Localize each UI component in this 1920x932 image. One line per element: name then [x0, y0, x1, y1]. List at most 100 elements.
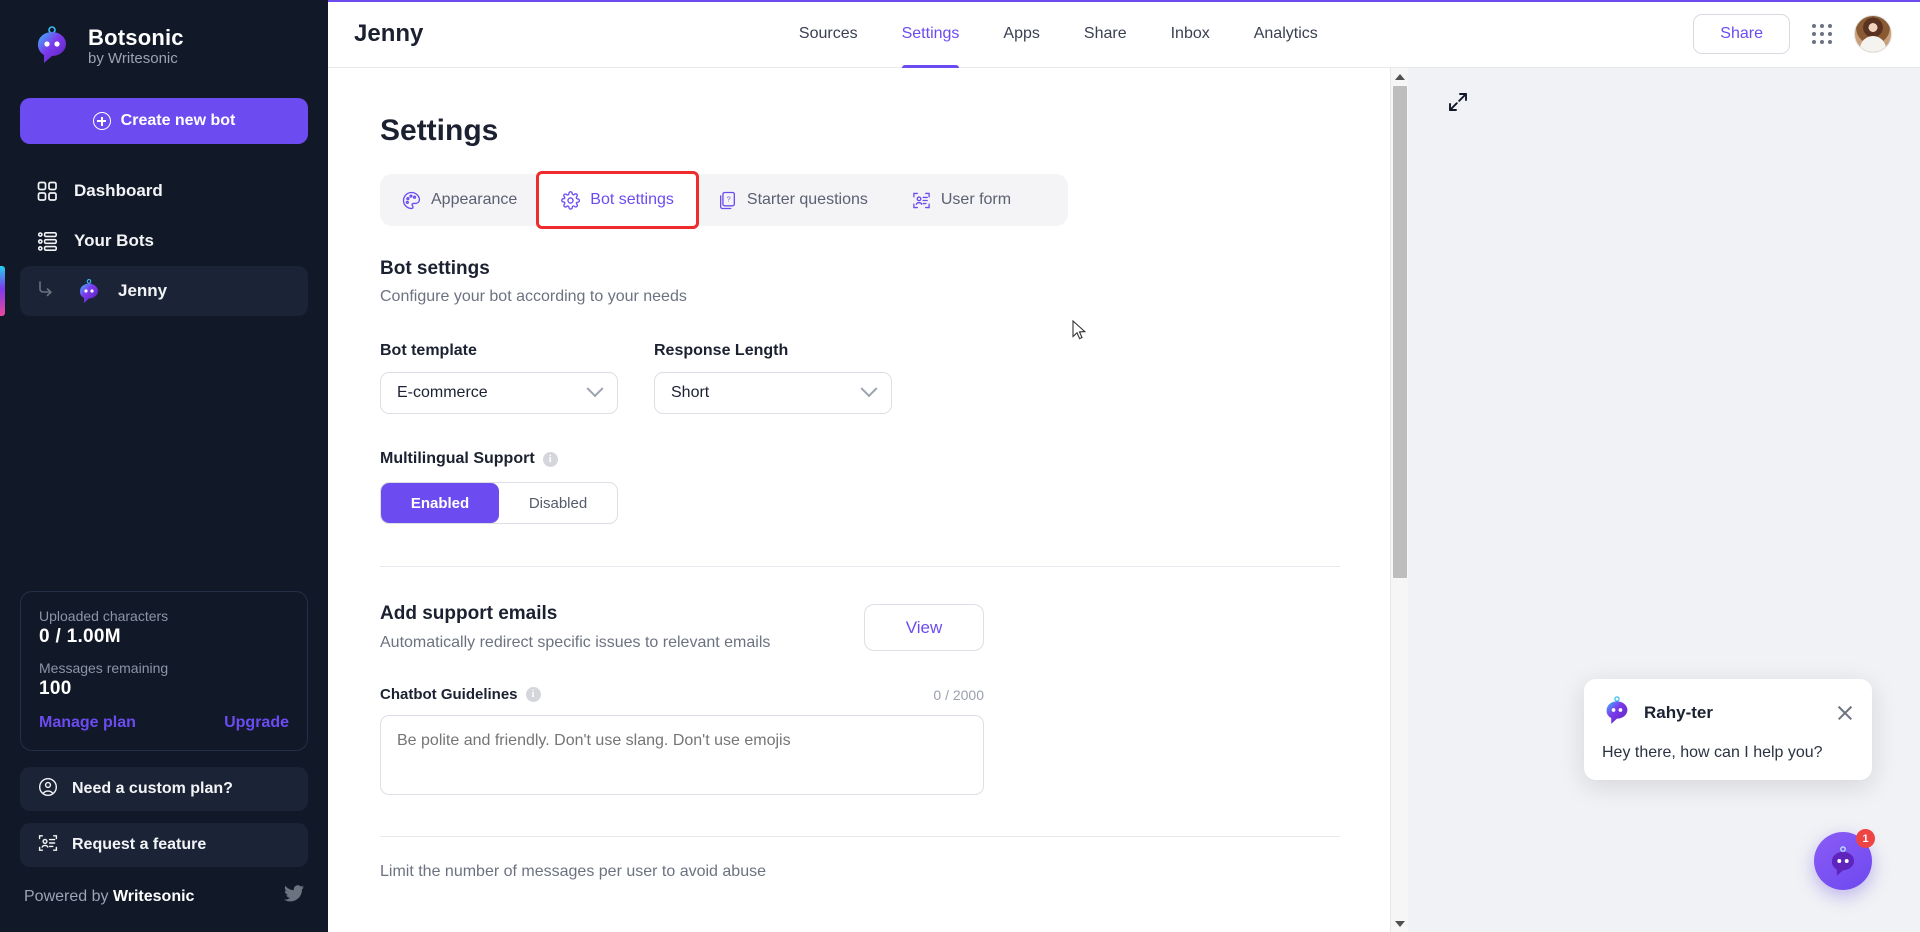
top-nav: Sources Settings Apps Share Inbox Analyt… [799, 0, 1318, 68]
response-length-value: Short [671, 384, 709, 402]
bot-template-value: E-commerce [397, 384, 488, 402]
bot-template-select[interactable]: E-commerce [380, 372, 618, 414]
sidebar-item-your-bots[interactable]: Your Bots [20, 216, 308, 266]
tab-bot-settings[interactable]: Bot settings [539, 174, 696, 226]
request-feature-label: Request a feature [72, 836, 206, 854]
tab-starter-questions[interactable]: ? Starter questions [696, 174, 890, 226]
brand: Botsonic by Writesonic [20, 0, 308, 76]
tab-sources[interactable]: Sources [799, 0, 858, 68]
tab-label: Appearance [431, 191, 517, 209]
tab-label: Starter questions [747, 191, 868, 209]
main-area: Jenny Sources Settings Apps Share Inbox … [328, 0, 1920, 932]
user-circle-icon [38, 777, 58, 802]
settings-content: Settings Appearance [328, 68, 1390, 932]
response-length-label: Response Length [654, 342, 892, 360]
tab-apps[interactable]: Apps [1003, 0, 1039, 68]
manage-plan-link[interactable]: Manage plan [39, 714, 136, 732]
need-custom-plan-label: Need a custom plan? [72, 780, 233, 798]
sidebar-item-label: Jenny [118, 281, 167, 301]
multilingual-enabled-option[interactable]: Enabled [381, 483, 499, 523]
brand-title: Botsonic [88, 25, 184, 50]
section-subtitle: Configure your bot according to your nee… [380, 288, 1340, 306]
bottom-divider [380, 836, 1340, 837]
need-custom-plan-button[interactable]: Need a custom plan? [20, 767, 308, 811]
bot-template-label: Bot template [380, 342, 618, 360]
info-icon[interactable]: i [526, 687, 541, 702]
share-button[interactable]: Share [1693, 14, 1790, 54]
content-wrapper: Settings Appearance [328, 68, 1920, 932]
multilingual-support-toggle: Enabled Disabled [380, 482, 618, 524]
page-bot-name: Jenny [354, 20, 423, 48]
support-emails-row: Add support emails Automatically redirec… [380, 603, 984, 652]
apps-grid-icon[interactable] [1812, 24, 1832, 44]
chat-greeting-message: Hey there, how can I help you? [1602, 744, 1854, 762]
multilingual-support-header: Multilingual Support i [380, 450, 1340, 468]
chatbot-guidelines-counter: 0 / 2000 [933, 687, 984, 703]
topbar: Jenny Sources Settings Apps Share Inbox … [328, 0, 1920, 68]
request-feature-button[interactable]: Request a feature [20, 823, 308, 867]
message-limit-hint: Limit the number of messages per user to… [380, 863, 1340, 881]
close-icon[interactable] [1836, 704, 1854, 722]
response-length-select[interactable]: Short [654, 372, 892, 414]
chevron-down-icon [861, 380, 878, 397]
multilingual-disabled-option[interactable]: Disabled [499, 483, 617, 523]
sidebar-item-label: Your Bots [74, 231, 154, 251]
sidebar-nav: Dashboard Your Bots [20, 166, 308, 316]
tab-share[interactable]: Share [1084, 0, 1127, 68]
bot-avatar-icon [1602, 695, 1632, 730]
response-length-field: Response Length Short [654, 342, 892, 414]
tab-inbox[interactable]: Inbox [1171, 0, 1210, 68]
tab-analytics[interactable]: Analytics [1254, 0, 1318, 68]
dashboard-grid-icon [36, 180, 58, 202]
twitter-bird-icon[interactable] [284, 885, 304, 908]
view-support-emails-button[interactable]: View [864, 604, 984, 651]
tab-user-form[interactable]: User form [890, 174, 1033, 226]
create-new-bot-label: Create new bot [121, 112, 236, 130]
botsonic-logo-icon [30, 24, 74, 68]
powered-by-brand: Writesonic [113, 888, 195, 905]
expand-fullscreen-icon[interactable] [1446, 90, 1470, 119]
sidebar-item-dashboard[interactable]: Dashboard [20, 166, 308, 216]
scrollbar-thumb[interactable] [1393, 86, 1407, 578]
support-emails-subtitle: Automatically redirect specific issues t… [380, 634, 770, 652]
scroll-up-arrow-icon[interactable] [1391, 68, 1408, 85]
palette-icon [402, 191, 421, 210]
chatbot-guidelines-input[interactable] [380, 715, 984, 795]
chevron-down-icon [587, 380, 604, 397]
uploaded-characters-label: Uploaded characters [39, 608, 289, 624]
list-icon [36, 230, 58, 252]
chat-launcher-button[interactable]: 1 [1814, 832, 1872, 890]
sidebar-item-jenny[interactable]: Jenny [20, 266, 308, 316]
multilingual-support-label: Multilingual Support [380, 450, 535, 468]
tab-appearance[interactable]: Appearance [380, 174, 539, 226]
chat-unread-badge: 1 [1856, 829, 1875, 848]
uploaded-characters-value: 0 / 1.00M [39, 626, 289, 648]
upgrade-link[interactable]: Upgrade [224, 714, 289, 732]
tab-label: User form [941, 191, 1011, 209]
vertical-scrollbar[interactable] [1390, 68, 1408, 932]
plus-circle-icon [93, 112, 111, 130]
messages-remaining-value: 100 [39, 678, 289, 700]
powered-by-footer: Powered by Writesonic [20, 879, 308, 932]
sidebar: Botsonic by Writesonic Create new bot Da… [0, 0, 328, 932]
scroll-down-arrow-icon[interactable] [1391, 915, 1408, 932]
feedback-card-icon [38, 833, 58, 858]
chatbot-guidelines-label: Chatbot Guidelines [380, 686, 518, 703]
tab-settings[interactable]: Settings [902, 0, 960, 68]
avatar[interactable] [1854, 15, 1892, 53]
chatbot-guidelines-header: Chatbot Guidelines i 0 / 2000 [380, 686, 984, 703]
create-new-bot-button[interactable]: Create new bot [20, 98, 308, 144]
app-root: Botsonic by Writesonic Create new bot Da… [0, 0, 1920, 932]
info-icon[interactable]: i [543, 452, 558, 467]
settings-tablist: Appearance Bot settings [380, 174, 1068, 226]
messages-remaining-label: Messages remaining [39, 660, 289, 676]
section-title: Bot settings [380, 258, 1340, 280]
sidebar-spacer [20, 316, 308, 591]
plan-usage-card: Uploaded characters 0 / 1.00M Messages r… [20, 591, 308, 751]
branch-arrow-icon [36, 279, 60, 304]
sidebar-item-label: Dashboard [74, 181, 163, 201]
gear-icon [561, 191, 580, 210]
chat-preview-popup: Rahy-ter Hey there, how can I help you? [1584, 679, 1872, 780]
bot-preview-panel: Rahy-ter Hey there, how can I help you? … [1408, 68, 1920, 932]
bot-avatar-icon [76, 278, 102, 304]
